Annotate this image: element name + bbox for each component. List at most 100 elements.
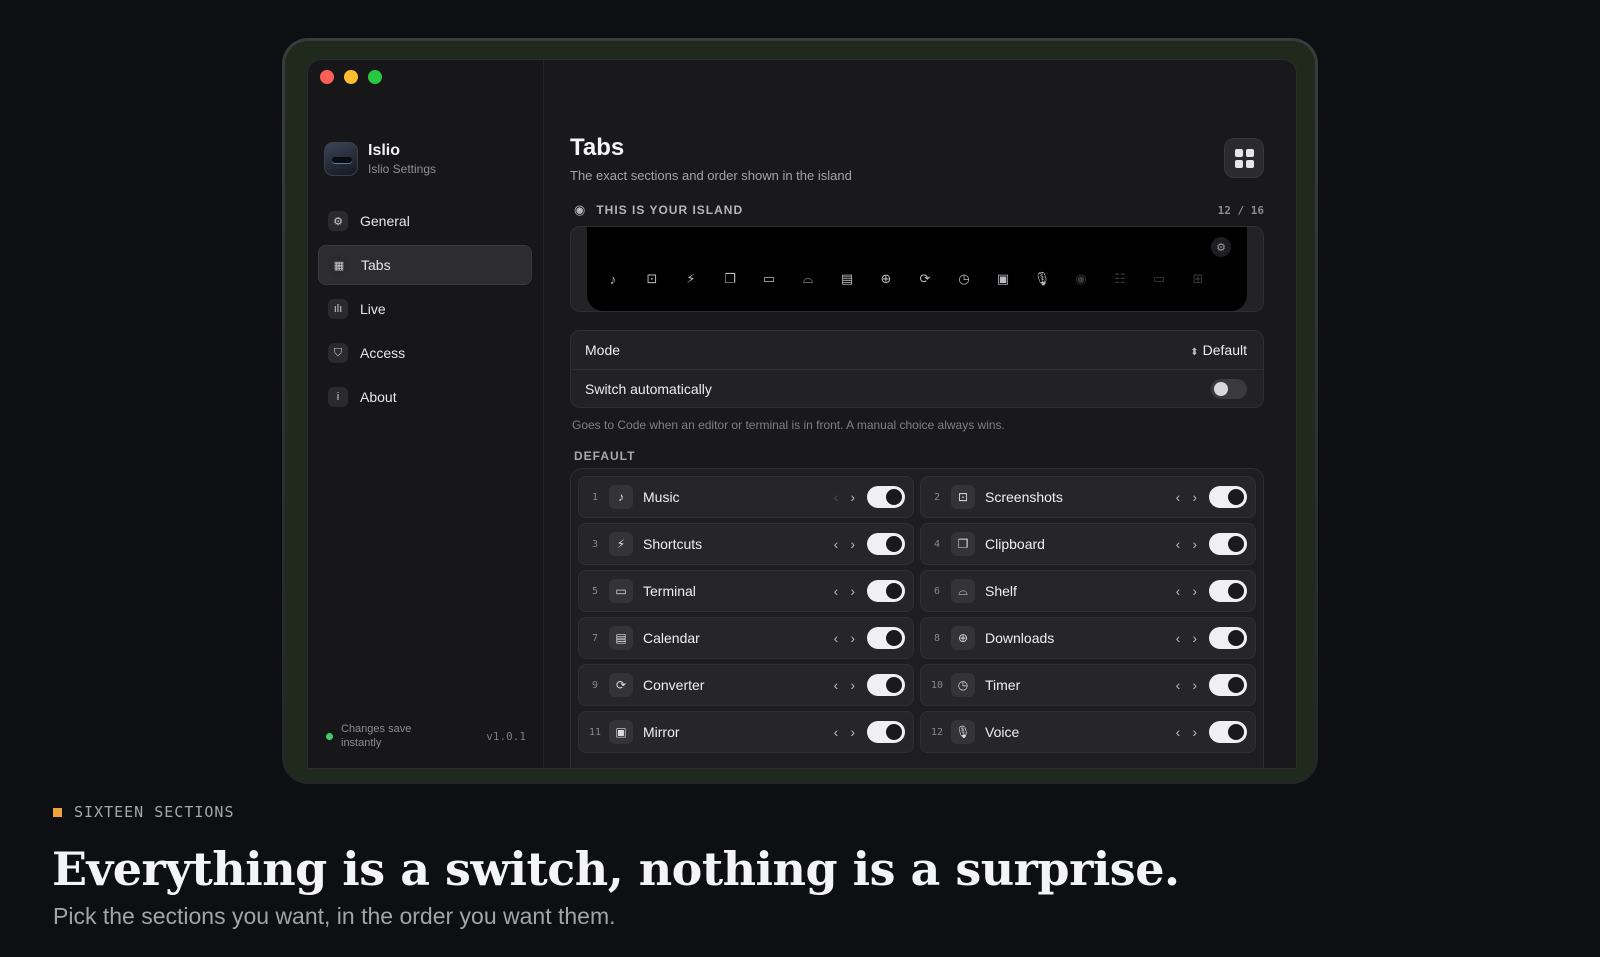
traffic-lights [320, 70, 382, 84]
move-right-chevron-icon[interactable]: › [1192, 583, 1197, 599]
sidebar-item-tabs[interactable]: ▦ Tabs [318, 245, 532, 285]
sidebar-footer: Changes save instantly v1.0.1 [326, 722, 526, 750]
move-right-chevron-icon[interactable]: › [1192, 489, 1197, 505]
shield-icon: ⛉ [328, 343, 348, 363]
move-left-chevron-icon[interactable]: ‹ [834, 724, 839, 740]
section-label: DEFAULT [574, 449, 636, 463]
move-right-chevron-icon[interactable]: › [1192, 724, 1197, 740]
tab-row-calendar[interactable]: 7 ▤ Calendar ‹ › [578, 617, 914, 659]
move-left-chevron-icon[interactable]: ‹ [1176, 489, 1181, 505]
move-left-chevron-icon[interactable]: ‹ [834, 489, 839, 505]
move-left-chevron-icon[interactable]: ‹ [1176, 536, 1181, 552]
minimize-window-button[interactable] [344, 70, 358, 84]
move-right-chevron-icon[interactable]: › [850, 677, 855, 693]
mode-row[interactable]: Mode ⬍ Default [571, 331, 1263, 369]
move-left-chevron-icon[interactable]: ‹ [834, 583, 839, 599]
tab-row-music[interactable]: 1 ♪ Music ‹ › [578, 476, 914, 518]
sidebar-item-general[interactable]: ⚙ General [318, 201, 532, 241]
grid-icon [1234, 148, 1254, 168]
tab-row-clipboard[interactable]: 4 ❐ Clipboard ‹ › [920, 523, 1256, 565]
tab-enabled-toggle[interactable] [1209, 533, 1247, 555]
tab-enabled-toggle[interactable] [867, 721, 905, 743]
sidebar-item-about[interactable]: i About [318, 377, 532, 417]
tab-row-voice[interactable]: 12 🎙 Voice ‹ › [920, 711, 1256, 753]
move-left-chevron-icon[interactable]: ‹ [1176, 630, 1181, 646]
tab-row-timer[interactable]: 10 ◷ Timer ‹ › [920, 664, 1256, 706]
tab-order-number: 10 [930, 679, 944, 691]
tab-row-downloads[interactable]: 8 ⊕ Downloads ‹ › [920, 617, 1256, 659]
tab-enabled-toggle[interactable] [867, 674, 905, 696]
move-right-chevron-icon[interactable]: › [1192, 630, 1197, 646]
move-left-chevron-icon[interactable]: ‹ [1176, 677, 1181, 693]
move-left-chevron-icon[interactable]: ‹ [1176, 583, 1181, 599]
move-right-chevron-icon[interactable]: › [1192, 677, 1197, 693]
tab-label: Converter [643, 677, 705, 693]
disabled-section-icon[interactable]: ⊞ [1188, 269, 1208, 289]
terminal-icon[interactable]: ▭ [759, 269, 779, 289]
voice-icon[interactable]: 🎙 [1032, 269, 1052, 289]
tab-enabled-toggle[interactable] [1209, 674, 1247, 696]
shortcuts-icon[interactable]: ⚡ [681, 269, 701, 289]
tab-enabled-toggle[interactable] [1209, 627, 1247, 649]
tab-enabled-toggle[interactable] [1209, 486, 1247, 508]
shelf-icon[interactable]: ⌓ [798, 269, 818, 289]
timer-icon[interactable]: ◷ [954, 269, 974, 289]
tab-enabled-toggle[interactable] [867, 486, 905, 508]
zoom-window-button[interactable] [368, 70, 382, 84]
move-left-chevron-icon[interactable]: ‹ [834, 630, 839, 646]
screenshot-icon[interactable]: ⊡ [642, 269, 662, 289]
move-right-chevron-icon[interactable]: › [850, 630, 855, 646]
tab-row-screenshots[interactable]: 2 ⊡ Screenshots ‹ › [920, 476, 1256, 518]
calendar-icon[interactable]: ▤ [837, 269, 857, 289]
sidebar-item-label: About [360, 389, 397, 405]
move-right-chevron-icon[interactable]: › [850, 489, 855, 505]
close-window-button[interactable] [320, 70, 334, 84]
sidebar-item-live[interactable]: ılı Live [318, 289, 532, 329]
switch-automatically-label: Switch automatically [585, 380, 712, 397]
tab-enabled-toggle[interactable] [1209, 580, 1247, 602]
island-preview: ⚙ ♪ ⊡ ⚡ ❐ ▭ ⌓ ▤ ⊕ ⟳ ◷ ▣ 🎙 ◉ ☷ ▭ ⊞ [570, 226, 1264, 312]
reorder-arrows: ‹ › [834, 630, 855, 646]
move-right-chevron-icon[interactable]: › [850, 583, 855, 599]
layout-grid-button[interactable] [1224, 138, 1264, 178]
section-tag: SIXTEEN SECTIONS [53, 803, 235, 821]
tab-label: Terminal [643, 583, 696, 599]
switch-automatically-toggle[interactable] [1211, 378, 1247, 399]
mode-value: Default [1202, 342, 1247, 358]
converter-icon[interactable]: ⟳ [915, 269, 935, 289]
sidebar-item-access[interactable]: ⛉ Access [318, 333, 532, 373]
disabled-section-icon[interactable]: ◉ [1071, 269, 1091, 289]
move-left-chevron-icon[interactable]: ‹ [1176, 724, 1181, 740]
main-content: Tabs The exact sections and order shown … [544, 60, 1296, 768]
clipboard-icon[interactable]: ❐ [720, 269, 740, 289]
mode-select[interactable]: ⬍ Default [1190, 342, 1247, 358]
island-count: 12 / 16 [1217, 203, 1264, 217]
tab-enabled-toggle[interactable] [867, 580, 905, 602]
tabs-grid: 1 ♪ Music ‹ › 2 ⊡ Screenshots ‹ › 3 ⚡ Shortcuts ‹ › 4 ❐ C… [578, 476, 1256, 753]
tab-enabled-toggle[interactable] [1209, 721, 1247, 743]
tab-row-mirror[interactable]: 11 ▣ Mirror ‹ › [578, 711, 914, 753]
mirror-icon[interactable]: ▣ [993, 269, 1013, 289]
tab-order-number: 9 [591, 679, 599, 691]
island-settings-gear-icon[interactable]: ⚙ [1211, 237, 1231, 257]
tab-enabled-toggle[interactable] [867, 627, 905, 649]
clipboard-icon: ❐ [951, 532, 975, 556]
tab-row-converter[interactable]: 9 ⟳ Converter ‹ › [578, 664, 914, 706]
sidebar-item-label: Live [360, 301, 386, 317]
disabled-section-icon[interactable]: ☷ [1110, 269, 1130, 289]
tab-row-terminal[interactable]: 5 ▭ Terminal ‹ › [578, 570, 914, 612]
tab-row-shortcuts[interactable]: 3 ⚡ Shortcuts ‹ › [578, 523, 914, 565]
move-left-chevron-icon[interactable]: ‹ [834, 536, 839, 552]
downloads-icon[interactable]: ⊕ [876, 269, 896, 289]
disabled-section-icon[interactable]: ▭ [1149, 269, 1169, 289]
tab-enabled-toggle[interactable] [867, 533, 905, 555]
move-left-chevron-icon[interactable]: ‹ [834, 677, 839, 693]
music-icon[interactable]: ♪ [603, 269, 623, 289]
gear-icon: ⚙ [328, 211, 348, 231]
tab-row-shelf[interactable]: 6 ⌓ Shelf ‹ › [920, 570, 1256, 612]
move-right-chevron-icon[interactable]: › [850, 724, 855, 740]
app-logo-icon [324, 142, 358, 176]
move-right-chevron-icon[interactable]: › [1192, 536, 1197, 552]
move-right-chevron-icon[interactable]: › [850, 536, 855, 552]
device-frame: Islio Islio Settings ⚙ General ▦ Tabs ıl… [282, 38, 1318, 784]
